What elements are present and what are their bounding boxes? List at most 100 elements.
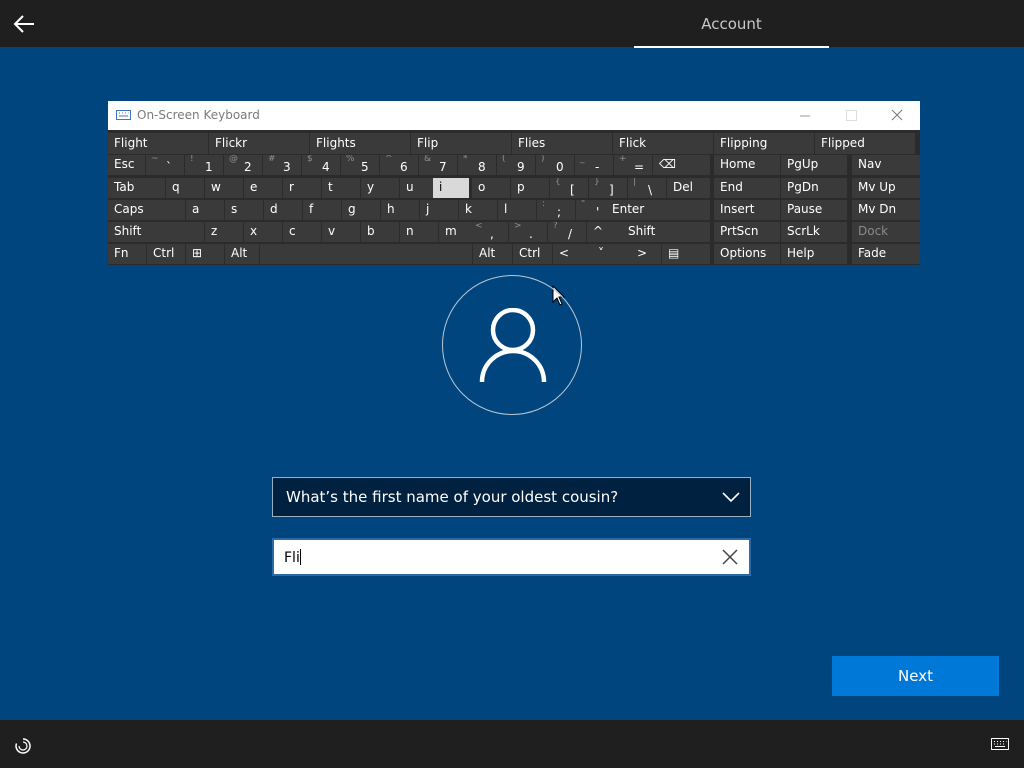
key-symbol[interactable]: | \: [628, 178, 666, 198]
key-symbol[interactable]: :;: [537, 200, 575, 220]
prediction-flipping[interactable]: Flipping: [714, 133, 814, 154]
key-enter[interactable]: Enter: [606, 200, 710, 220]
key-k[interactable]: k: [459, 200, 497, 220]
keyboard-toggle-icon[interactable]: [991, 738, 1009, 750]
key-1[interactable]: ! 1: [185, 155, 223, 175]
key-nav[interactable]: Nav: [852, 155, 920, 175]
prediction-flight[interactable]: Flight: [108, 133, 208, 154]
key-symbol[interactable]: ? /: [548, 222, 586, 242]
maximize-icon[interactable]: [828, 101, 874, 130]
key-q[interactable]: q: [166, 178, 204, 198]
key-mv-up[interactable]: Mv Up: [852, 178, 920, 198]
key-f[interactable]: f: [303, 200, 341, 220]
key-label: ^: [593, 224, 604, 238]
key-scrlk[interactable]: ScrLk: [781, 222, 847, 242]
prediction-flickr[interactable]: Flickr: [209, 133, 309, 154]
key-9[interactable]: (9: [497, 155, 535, 175]
prediction-flipped[interactable]: Flipped: [815, 133, 915, 154]
key-del[interactable]: Del: [667, 178, 710, 198]
key-o[interactable]: o: [472, 178, 510, 198]
key-symbol[interactable]: ⊞: [186, 244, 224, 264]
key-label: v: [328, 224, 336, 238]
key-prtscn[interactable]: PrtScn: [714, 222, 780, 242]
next-button[interactable]: Next: [832, 656, 999, 696]
close-icon[interactable]: [874, 101, 920, 130]
key-8[interactable]: * 8: [458, 155, 496, 175]
key-symbol[interactable]: ~ `: [146, 155, 184, 175]
key-symbol[interactable]: [260, 244, 472, 264]
key-c[interactable]: c: [283, 222, 321, 242]
key-ctrl[interactable]: Ctrl: [147, 244, 185, 264]
key-fade[interactable]: Fade: [852, 244, 920, 264]
security-answer-input[interactable]: Fli: [272, 538, 751, 576]
key-t[interactable]: t: [322, 178, 360, 198]
key-home[interactable]: Home: [714, 155, 780, 175]
key-symbol[interactable]: ⌫: [653, 155, 710, 175]
key-mv-dn[interactable]: Mv Dn: [852, 200, 920, 220]
key-symbol[interactable]: <,: [470, 222, 508, 242]
key-ctrl[interactable]: Ctrl: [513, 244, 552, 264]
key-d[interactable]: d: [264, 200, 302, 220]
key-n[interactable]: n: [400, 222, 438, 242]
key-l[interactable]: l: [498, 200, 536, 220]
security-question-dropdown[interactable]: What’s the first name of your oldest cou…: [272, 477, 751, 517]
key-y[interactable]: y: [361, 178, 399, 198]
tab-account[interactable]: Account: [634, 0, 829, 48]
key-0[interactable]: ) 0: [536, 155, 574, 175]
key-esc[interactable]: Esc: [108, 155, 145, 175]
key-symbol[interactable]: }]: [589, 178, 627, 198]
key-symbol[interactable]: ▤: [662, 244, 710, 264]
key-g[interactable]: g: [342, 200, 380, 220]
key-tab[interactable]: Tab: [108, 178, 165, 198]
key-alt[interactable]: Alt: [225, 244, 259, 264]
key-2[interactable]: @2: [224, 155, 262, 175]
prediction-flip[interactable]: Flip: [411, 133, 511, 154]
key-symbol[interactable]: {[: [550, 178, 588, 198]
key-r[interactable]: r: [283, 178, 321, 198]
key-insert[interactable]: Insert: [714, 200, 780, 220]
key-shift[interactable]: Shift: [108, 222, 204, 242]
key-z[interactable]: z: [205, 222, 243, 242]
prediction-flights[interactable]: Flights: [310, 133, 410, 154]
prediction-flick[interactable]: Flick: [613, 133, 713, 154]
key-dock[interactable]: Dock: [852, 222, 920, 242]
key-b[interactable]: b: [361, 222, 399, 242]
key-fn[interactable]: Fn: [108, 244, 146, 264]
key-shift[interactable]: Shift: [622, 222, 710, 242]
ease-of-access-icon[interactable]: [14, 737, 32, 755]
key-caps[interactable]: Caps: [108, 200, 185, 220]
back-arrow-icon[interactable]: [10, 10, 38, 38]
key-pause[interactable]: Pause: [781, 200, 847, 220]
key-a[interactable]: a: [186, 200, 224, 220]
key-symbol[interactable]: ^: [587, 222, 625, 242]
key-w[interactable]: w: [205, 178, 243, 198]
minimize-icon[interactable]: [782, 101, 828, 130]
key-6[interactable]: ^ 6: [380, 155, 418, 175]
key-options[interactable]: Options: [714, 244, 780, 264]
key-x[interactable]: x: [244, 222, 282, 242]
key-h[interactable]: h: [381, 200, 419, 220]
key-e[interactable]: e: [244, 178, 282, 198]
key-alt[interactable]: Alt: [473, 244, 512, 264]
clear-icon[interactable]: [721, 548, 739, 566]
key-symbol[interactable]: >: [631, 244, 661, 264]
key-7[interactable]: & 7: [419, 155, 457, 175]
key-end[interactable]: End: [714, 178, 780, 198]
key-5[interactable]: % 5: [341, 155, 379, 175]
key-symbol[interactable]: _ -: [575, 155, 613, 175]
key-symbol[interactable]: + =: [614, 155, 652, 175]
key-symbol[interactable]: >.: [509, 222, 547, 242]
key-4[interactable]: $4: [302, 155, 340, 175]
key-j[interactable]: j: [420, 200, 458, 220]
key-help[interactable]: Help: [781, 244, 847, 264]
key-p[interactable]: p: [511, 178, 549, 198]
key-3[interactable]: #3: [263, 155, 301, 175]
key-i[interactable]: i: [433, 178, 469, 198]
key-v[interactable]: v: [322, 222, 360, 242]
key-symbol[interactable]: ˅: [592, 244, 631, 264]
prediction-flies[interactable]: Flies: [512, 133, 612, 154]
key-pgdn[interactable]: PgDn: [781, 178, 847, 198]
key-pgup[interactable]: PgUp: [781, 155, 847, 175]
key-symbol[interactable]: <: [553, 244, 592, 264]
key-s[interactable]: s: [225, 200, 263, 220]
